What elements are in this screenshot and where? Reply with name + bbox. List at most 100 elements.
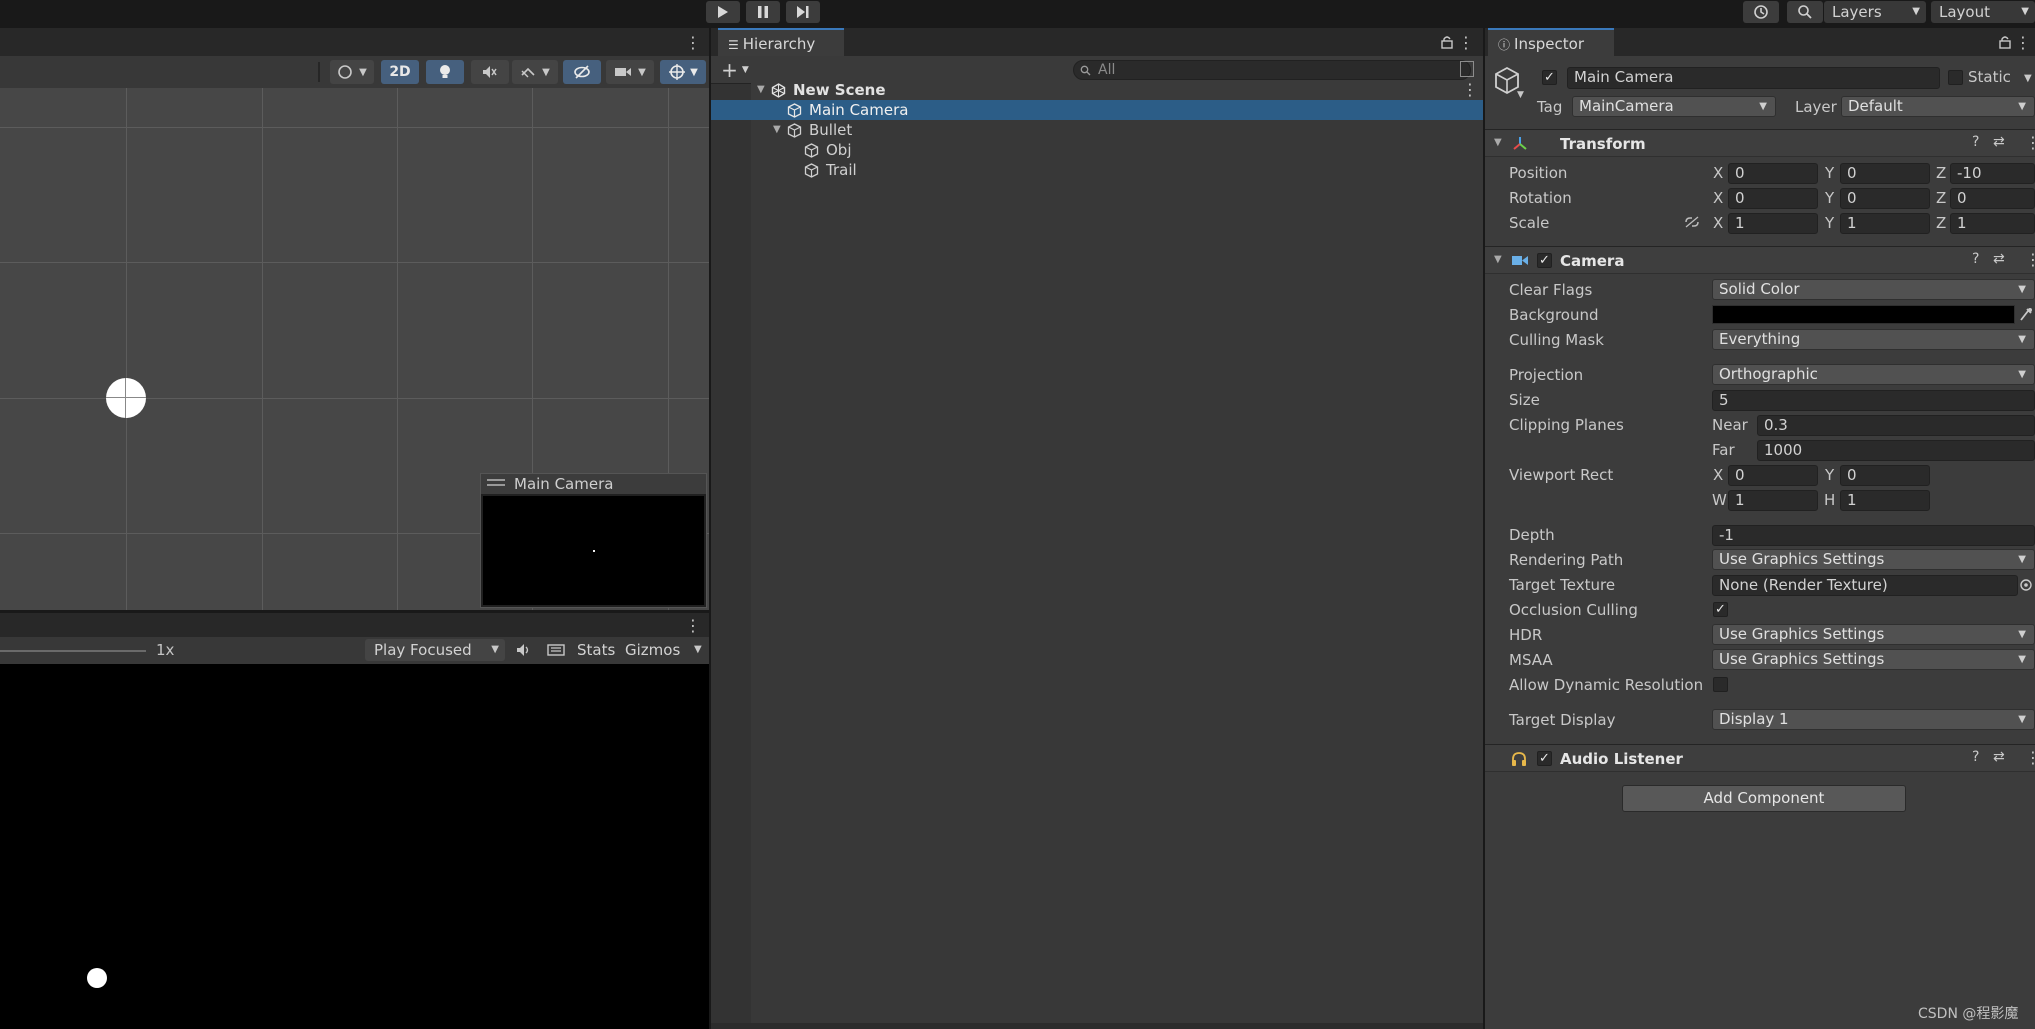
scene-search-icon[interactable] [1460, 61, 1474, 77]
scale-z-field[interactable]: 1 [1950, 213, 2035, 234]
gizmos-button[interactable]: Gizmos [625, 641, 680, 659]
help-icon[interactable]: ? [1972, 251, 1979, 267]
step-button[interactable] [786, 1, 820, 23]
object-name-field[interactable]: Main Camera [1567, 67, 1940, 89]
lock-icon[interactable] [1439, 32, 1455, 52]
kebab-menu-icon[interactable]: ⋮ [1458, 32, 1474, 52]
tag-dropdown[interactable]: MainCamera ▼ [1572, 96, 1776, 117]
search-button[interactable] [1787, 1, 1823, 23]
add-component-button[interactable]: Add Component [1622, 785, 1906, 812]
audio-listener-enabled-checkbox[interactable]: ✓ [1537, 751, 1552, 766]
kebab-menu-icon[interactable]: ⋮ [685, 615, 701, 635]
scene-view[interactable]: Main Camera [0, 88, 709, 610]
viewport-x-field[interactable]: 0 [1728, 465, 1818, 486]
list-item-new-scene[interactable]: ▼ New Scene ⋮ [751, 80, 1483, 100]
lighting-toggle[interactable] [426, 60, 464, 84]
audio-toggle[interactable] [471, 60, 509, 84]
layout-dropdown[interactable]: Layout ▼ [1931, 1, 2035, 23]
list-item-obj[interactable]: Obj [711, 140, 1483, 160]
far-field[interactable]: 1000 [1757, 440, 2035, 461]
scale-y-field[interactable]: 1 [1840, 213, 1930, 234]
viewport-y-field[interactable]: 0 [1840, 465, 1930, 486]
history-button[interactable] [1743, 1, 1779, 23]
hdr-dropdown[interactable]: Use Graphics Settings ▼ [1712, 624, 2035, 645]
kebab-menu-icon[interactable]: ⋮ [2025, 748, 2035, 767]
tab-inspector[interactable]: ⓘ Inspector [1488, 28, 1614, 56]
game-view[interactable] [0, 664, 709, 1029]
icon-dropdown-arrow[interactable]: ▼ [1517, 90, 1524, 100]
target-display-dropdown[interactable]: Display 1 ▼ [1712, 709, 2035, 730]
hierarchy-search-input[interactable]: All [1073, 60, 1471, 80]
scale-x-field[interactable]: 1 [1728, 213, 1818, 234]
kebab-menu-icon[interactable]: ⋮ [2015, 32, 2031, 52]
rotation-z-field[interactable]: 0 [1950, 188, 2035, 209]
kebab-menu-icon[interactable]: ⋮ [1462, 80, 1478, 100]
clear-flags-dropdown[interactable]: Solid Color ▼ [1712, 279, 2035, 300]
presets-icon[interactable]: ⇄ [1993, 251, 2005, 267]
audio-listener-header[interactable]: ✓ Audio Listener ? ⇄ ⋮ [1485, 744, 2035, 772]
bullet-sprite[interactable] [106, 378, 146, 418]
expand-arrow-icon[interactable]: ▼ [757, 80, 765, 100]
rotation-y-field[interactable]: 0 [1840, 188, 1930, 209]
layers-dropdown[interactable]: Layers ▼ [1824, 1, 1926, 23]
transform-header[interactable]: ▼ Transform ? ⇄ ⋮ [1485, 129, 2035, 157]
gizmos-toggle[interactable]: ▼ [660, 60, 706, 84]
dynamic-resolution-checkbox[interactable] [1713, 677, 1728, 692]
kebab-menu-icon[interactable]: ⋮ [2025, 250, 2035, 269]
kebab-menu-icon[interactable]: ⋮ [2025, 133, 2035, 152]
help-icon[interactable]: ? [1972, 749, 1979, 765]
list-item-trail[interactable]: Trail [711, 160, 1483, 180]
scale-slider[interactable] [0, 650, 146, 652]
gizmos-dropdown-icon[interactable]: ▼ [694, 644, 702, 655]
shading-mode-dropdown[interactable]: ▼ [330, 60, 374, 84]
camera-enabled-checkbox[interactable]: ✓ [1537, 253, 1552, 268]
mute-audio-button[interactable] [510, 639, 538, 661]
drag-handle-icon[interactable] [487, 479, 505, 481]
layer-dropdown[interactable]: Default ▼ [1841, 96, 2035, 117]
constrain-proportions-icon[interactable] [1684, 215, 1700, 229]
object-picker-icon[interactable] [2019, 578, 2033, 592]
tab-hierarchy[interactable]: ☰ Hierarchy [718, 28, 844, 56]
static-checkbox[interactable] [1948, 70, 1963, 85]
presets-icon[interactable]: ⇄ [1993, 749, 2005, 765]
expand-arrow-icon[interactable]: ▼ [773, 120, 781, 140]
shortcuts-button[interactable] [542, 639, 570, 661]
rotation-x-field[interactable]: 0 [1728, 188, 1818, 209]
position-y-field[interactable]: 0 [1840, 163, 1930, 184]
foldout-arrow-icon[interactable]: ▼ [1494, 137, 1502, 148]
position-z-field[interactable]: -10 [1950, 163, 2035, 184]
position-x-field[interactable]: 0 [1728, 163, 1818, 184]
background-color-swatch[interactable] [1712, 305, 2015, 324]
play-button[interactable] [706, 1, 740, 23]
kebab-menu-icon[interactable]: ⋮ [685, 32, 701, 52]
help-icon[interactable]: ? [1972, 134, 1979, 150]
size-field[interactable]: 5 [1712, 390, 2035, 411]
effects-dropdown[interactable]: ▼ [512, 60, 558, 84]
msaa-dropdown[interactable]: Use Graphics Settings ▼ [1712, 649, 2035, 670]
list-item-main-camera[interactable]: Main Camera [711, 100, 1483, 120]
culling-mask-dropdown[interactable]: Everything ▼ [1712, 329, 2035, 350]
occlusion-culling-checkbox[interactable]: ✓ [1713, 602, 1728, 617]
near-field[interactable]: 0.3 [1757, 415, 2035, 436]
active-checkbox[interactable]: ✓ [1542, 70, 1557, 85]
depth-field[interactable]: -1 [1712, 525, 2035, 546]
play-mode-dropdown[interactable]: Play Focused ▼ [365, 639, 505, 661]
list-item-bullet[interactable]: ▼ Bullet [711, 120, 1483, 140]
2d-toggle[interactable]: 2D [381, 60, 419, 84]
create-dropdown[interactable]: + ▼ [719, 58, 751, 82]
projection-dropdown[interactable]: Orthographic ▼ [1712, 364, 2035, 385]
scene-visibility-toggle[interactable] [563, 60, 601, 84]
static-dropdown-icon[interactable]: ▼ [2024, 73, 2032, 84]
stats-button[interactable]: Stats [577, 641, 615, 659]
camera-header[interactable]: ▼ ✓ Camera ? ⇄ ⋮ [1485, 246, 2035, 274]
scene-camera-dropdown[interactable]: ▼ [606, 60, 654, 84]
target-texture-field[interactable]: None (Render Texture) [1712, 575, 2018, 596]
viewport-h-field[interactable]: 1 [1840, 490, 1930, 511]
viewport-w-field[interactable]: 1 [1728, 490, 1818, 511]
presets-icon[interactable]: ⇄ [1993, 134, 2005, 150]
pause-button[interactable] [746, 1, 780, 23]
rendering-path-dropdown[interactable]: Use Graphics Settings ▼ [1712, 549, 2035, 570]
eyedropper-icon[interactable] [2019, 306, 2033, 322]
foldout-arrow-icon[interactable]: ▼ [1494, 254, 1502, 265]
lock-icon[interactable] [1997, 32, 2013, 52]
